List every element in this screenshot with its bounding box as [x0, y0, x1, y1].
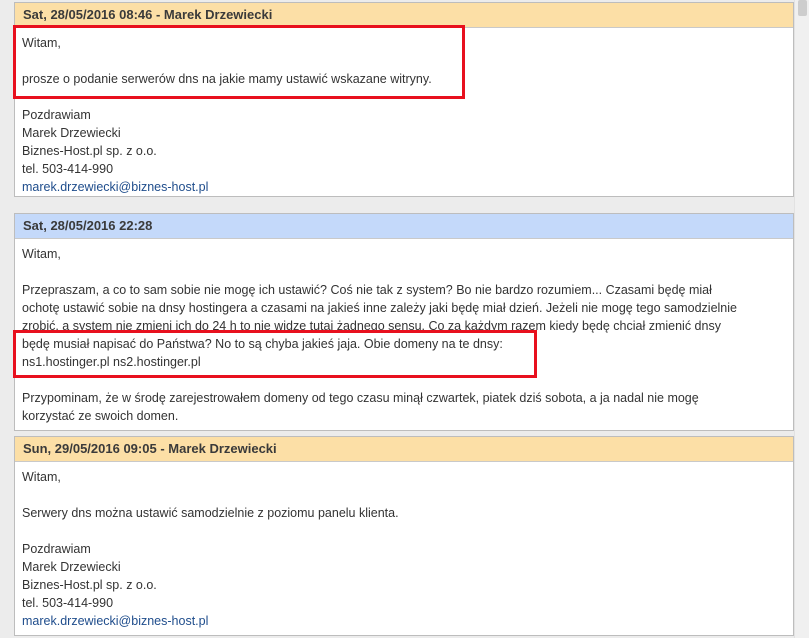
scrollbar-thumb[interactable]: [798, 0, 807, 16]
greeting: Witam,: [22, 470, 61, 484]
message-line: Przypominam, że w środę zarejestrowałem …: [22, 391, 699, 405]
greeting: Witam,: [22, 247, 61, 261]
ticket-message-2: Sat, 28/05/2016 22:28 Witam, Przepraszam…: [14, 213, 794, 431]
signature-phone: tel. 503-414-990: [22, 162, 114, 176]
message-body: Witam, Serwery dns można ustawić samodzi…: [15, 462, 793, 636]
greeting: Witam,: [22, 36, 61, 50]
ticket-message-3: Sun, 29/05/2016 09:05 - Marek Drzewiecki…: [14, 436, 794, 636]
message-header: Sun, 29/05/2016 09:05 - Marek Drzewiecki: [15, 437, 793, 462]
message-header: Sat, 28/05/2016 08:46 - Marek Drzewiecki: [15, 3, 793, 28]
vertical-scrollbar[interactable]: [794, 0, 809, 638]
signature-closing: Pozdrawiam: [22, 542, 91, 556]
signature-email-link[interactable]: marek.drzewiecki@biznes-host.pl: [22, 614, 208, 628]
message-header: Sat, 28/05/2016 22:28: [15, 214, 793, 239]
message-body: Witam, Przepraszam, a co to sam sobie ni…: [15, 239, 793, 431]
message-line: ochotę ustawić sobie na dnsy hostingera …: [22, 301, 737, 315]
signature-name: Marek Drzewiecki: [22, 560, 121, 574]
message-line: będę musiał napisać do Państwa? No to są…: [22, 337, 503, 351]
signature-company: Biznes-Host.pl sp. z o.o.: [22, 578, 157, 592]
message-text: Serwery dns można ustawić samodzielnie z…: [22, 506, 399, 520]
message-body: Witam, prosze o podanie serwerów dns na …: [15, 28, 793, 202]
message-line: zrobić, a system nie zmieni ich do 24 h …: [22, 319, 721, 333]
message-text: prosze o podanie serwerów dns na jakie m…: [22, 72, 432, 86]
signature-company: Biznes-Host.pl sp. z o.o.: [22, 144, 157, 158]
message-line: korzystać ze swoich domen.: [22, 409, 179, 423]
signature-email-link[interactable]: marek.drzewiecki@biznes-host.pl: [22, 180, 208, 194]
message-line: Przepraszam, a co to sam sobie nie mogę …: [22, 283, 712, 297]
signature-phone: tel. 503-414-990: [22, 596, 114, 610]
ticket-message-1: Sat, 28/05/2016 08:46 - Marek Drzewiecki…: [14, 2, 794, 197]
signature-closing: Pozdrawiam: [22, 108, 91, 122]
message-line: ns1.hostinger.pl ns2.hostinger.pl: [22, 355, 201, 369]
signature-name: Marek Drzewiecki: [22, 126, 121, 140]
